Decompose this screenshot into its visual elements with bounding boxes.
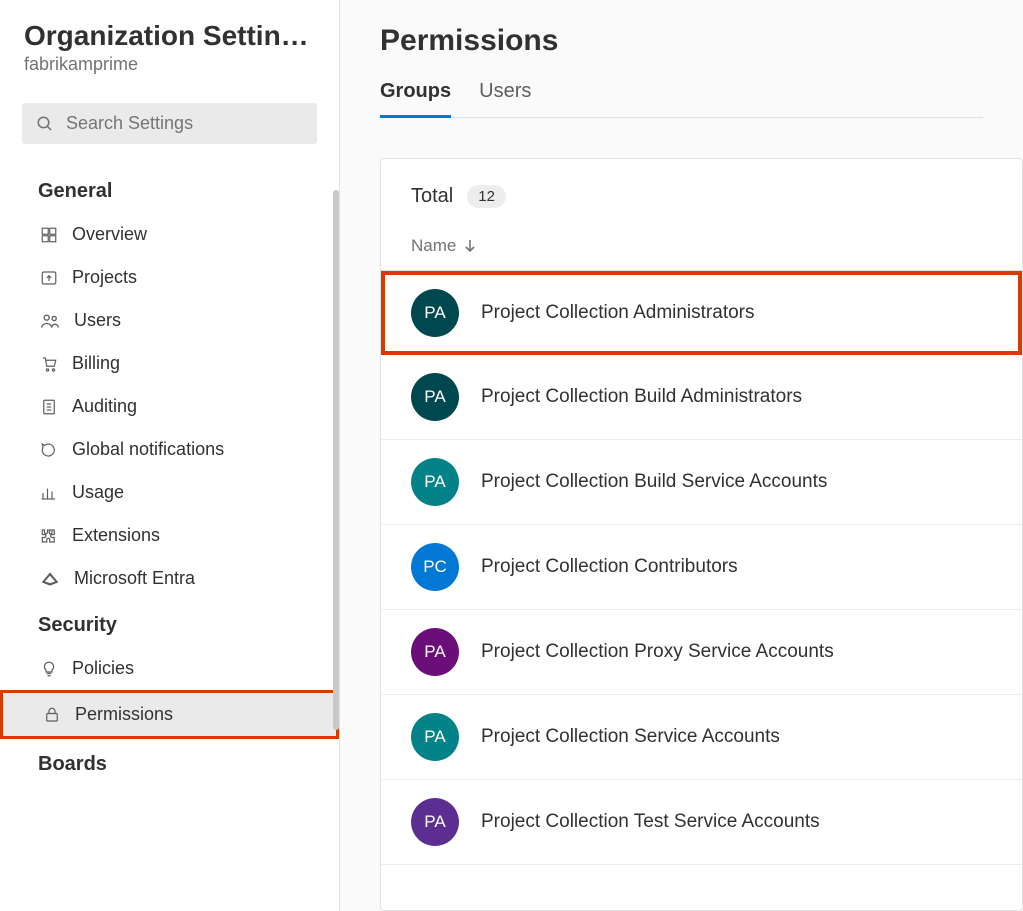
group-name: Project Collection Proxy Service Account… xyxy=(481,641,834,663)
bar-chart-icon xyxy=(40,484,58,502)
group-name: Project Collection Contributors xyxy=(481,556,738,578)
nav-usage[interactable]: Usage xyxy=(0,471,339,514)
nav-label: Auditing xyxy=(72,396,137,417)
main-header: Permissions Groups Users xyxy=(340,0,1023,118)
total-label: Total xyxy=(411,185,453,208)
grid-icon xyxy=(40,226,58,244)
avatar: PA xyxy=(411,373,459,421)
nav-auditing[interactable]: Auditing xyxy=(0,385,339,428)
puzzle-icon xyxy=(40,527,58,545)
group-name: Project Collection Service Accounts xyxy=(481,726,780,748)
section-general: General xyxy=(0,166,339,213)
group-name: Project Collection Build Administrators xyxy=(481,386,802,408)
total-count-badge: 12 xyxy=(467,185,506,208)
group-row[interactable]: PA Project Collection Test Service Accoun… xyxy=(381,780,1022,865)
column-label: Name xyxy=(411,236,456,256)
nav-label: Overview xyxy=(72,224,147,245)
avatar: PC xyxy=(411,543,459,591)
upload-icon xyxy=(40,269,58,287)
groups-card: Total 12 Name PA Project Collection Admin… xyxy=(380,158,1023,911)
users-icon xyxy=(40,312,60,330)
org-name: fabrikamprime xyxy=(24,54,315,75)
nav-billing[interactable]: Billing xyxy=(0,342,339,385)
bulb-icon xyxy=(40,660,58,678)
tabs: Groups Users xyxy=(380,80,983,118)
tab-users[interactable]: Users xyxy=(479,80,531,118)
group-row[interactable]: PA Project Collection Administrators xyxy=(381,271,1022,355)
search-box[interactable] xyxy=(22,103,317,144)
group-row[interactable]: PA Project Collection Build Administrator… xyxy=(381,355,1022,440)
avatar: PA xyxy=(411,458,459,506)
search-container xyxy=(0,85,339,154)
sidebar-scrollbar[interactable] xyxy=(333,190,339,730)
group-row[interactable]: PA Project Collection Build Service Accou… xyxy=(381,440,1022,525)
avatar: PA xyxy=(411,713,459,761)
avatar: PA xyxy=(411,628,459,676)
sort-arrow-down-icon xyxy=(464,239,476,253)
tab-groups[interactable]: Groups xyxy=(380,80,451,118)
search-icon xyxy=(36,115,54,133)
chat-icon xyxy=(40,441,58,459)
avatar: PA xyxy=(411,798,459,846)
org-settings-title: Organization Settin… xyxy=(24,20,315,52)
group-row[interactable]: PC Project Collection Contributors xyxy=(381,525,1022,610)
sidebar-header: Organization Settin… fabrikamprime xyxy=(0,0,339,85)
nav-label: Microsoft Entra xyxy=(74,568,195,589)
group-name: Project Collection Administrators xyxy=(481,302,755,324)
entra-icon xyxy=(40,570,60,588)
avatar: PA xyxy=(411,289,459,337)
section-security: Security xyxy=(0,600,339,647)
group-row[interactable]: PA Project Collection Proxy Service Accou… xyxy=(381,610,1022,695)
nav-global-notifications[interactable]: Global notifications xyxy=(0,428,339,471)
nav-policies[interactable]: Policies xyxy=(0,647,339,690)
page-title: Permissions xyxy=(380,24,983,58)
nav-label: Policies xyxy=(72,658,134,679)
group-row[interactable]: PA Project Collection Service Accounts xyxy=(381,695,1022,780)
nav-overview[interactable]: Overview xyxy=(0,213,339,256)
nav-users[interactable]: Users xyxy=(0,299,339,342)
group-rows: PA Project Collection Administrators PA Pro… xyxy=(381,271,1022,910)
nav-label: Usage xyxy=(72,482,124,503)
column-header-name[interactable]: Name xyxy=(381,228,1022,271)
nav-label: Projects xyxy=(72,267,137,288)
nav-extensions[interactable]: Extensions xyxy=(0,514,339,557)
total-row: Total 12 xyxy=(381,159,1022,228)
nav-label: Global notifications xyxy=(72,439,224,460)
group-name: Project Collection Test Service Accounts xyxy=(481,811,820,833)
main-content: Permissions Groups Users Total 12 Name P… xyxy=(340,0,1023,911)
sidebar: Organization Settin… fabrikamprime Gener… xyxy=(0,0,340,911)
cart-icon xyxy=(40,355,58,373)
list-icon xyxy=(40,398,58,416)
sidebar-nav: General Overview Projects Users Billing … xyxy=(0,154,339,911)
nav-projects[interactable]: Projects xyxy=(0,256,339,299)
nav-label: Permissions xyxy=(75,704,173,725)
group-name: Project Collection Build Service Account… xyxy=(481,471,827,493)
nav-label: Users xyxy=(74,310,121,331)
nav-label: Extensions xyxy=(72,525,160,546)
nav-label: Billing xyxy=(72,353,120,374)
nav-microsoft-entra[interactable]: Microsoft Entra xyxy=(0,557,339,600)
lock-icon xyxy=(43,706,61,724)
section-boards: Boards xyxy=(0,739,339,786)
search-input[interactable] xyxy=(66,113,303,134)
nav-permissions[interactable]: Permissions xyxy=(0,690,339,739)
